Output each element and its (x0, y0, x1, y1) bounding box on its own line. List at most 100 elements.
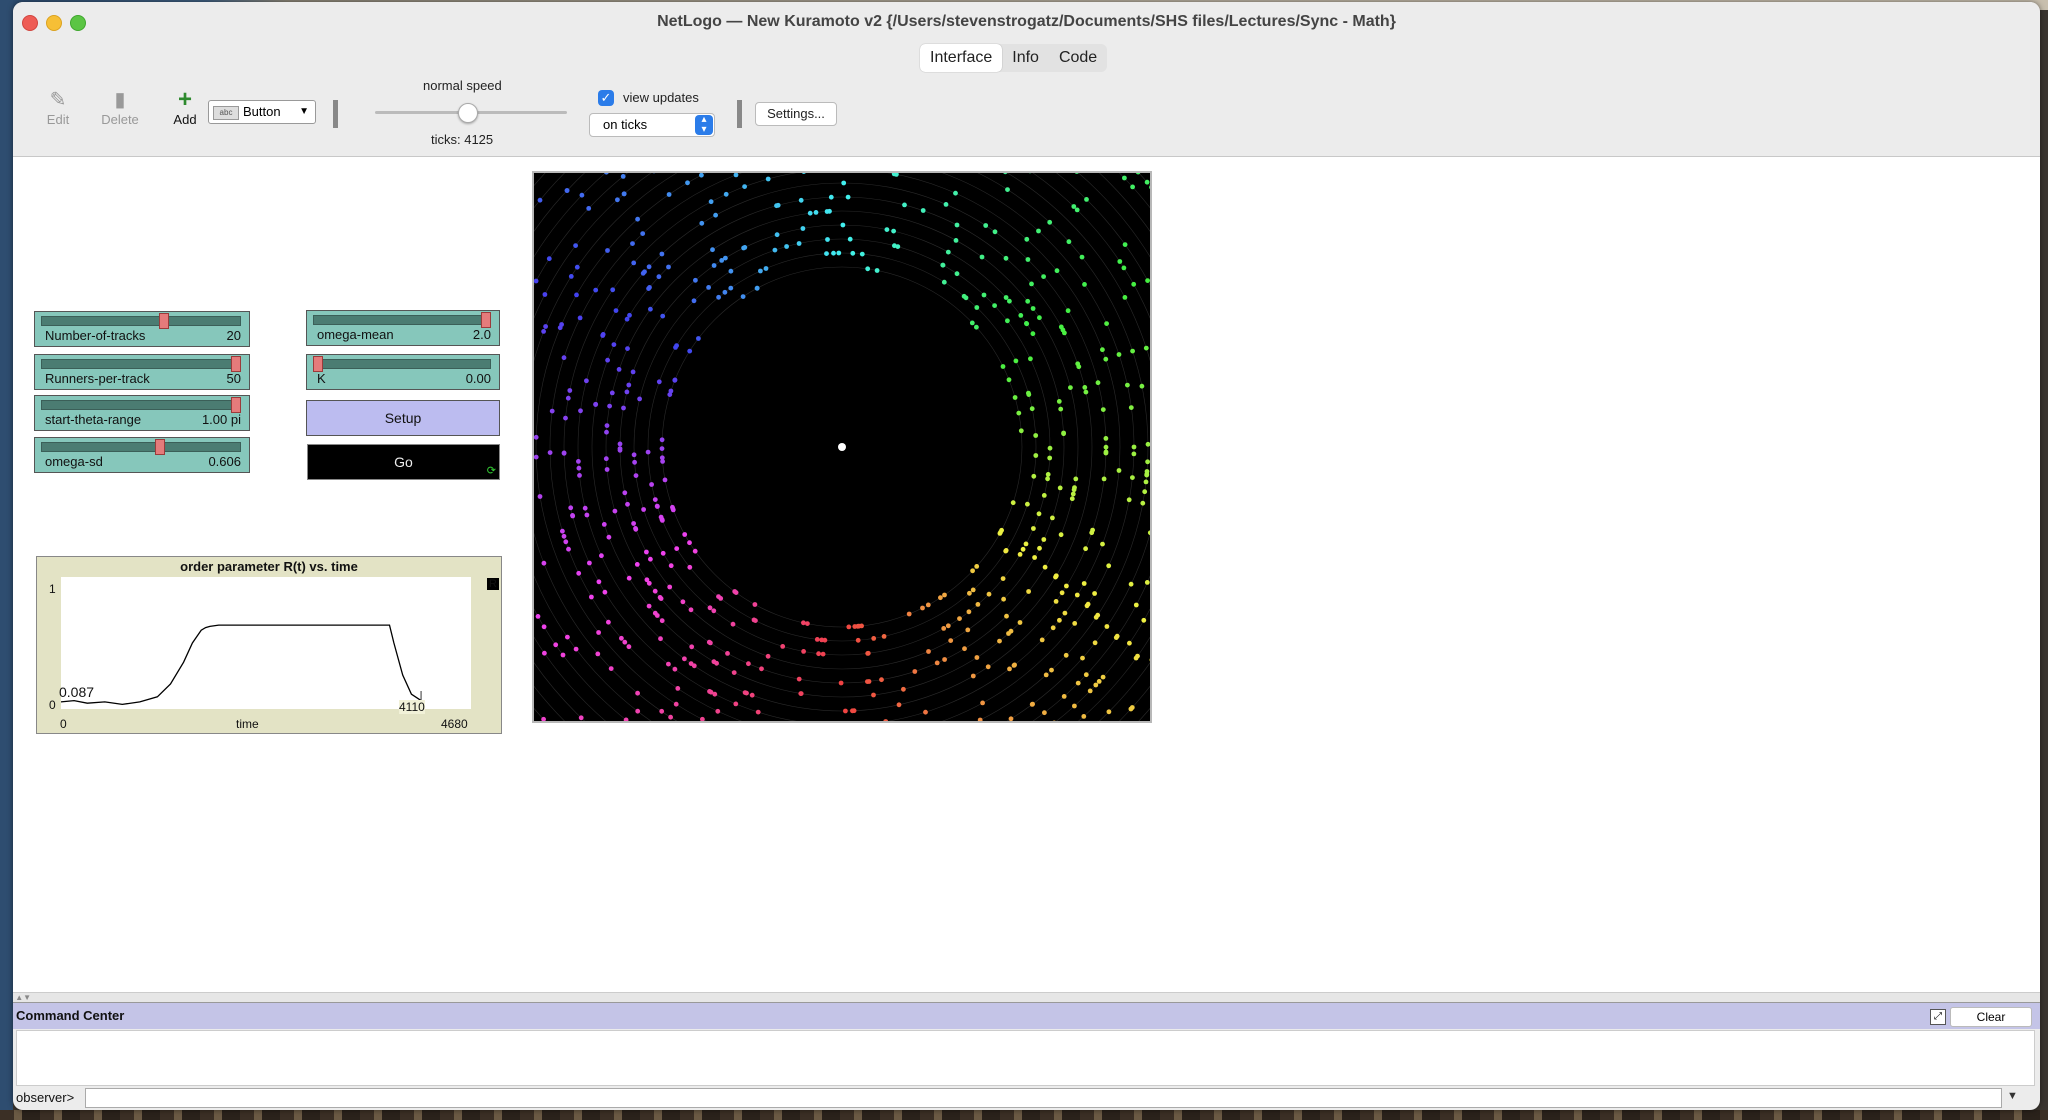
world-view[interactable] (393, 2, 1290, 896)
speed-slider-knob[interactable] (458, 103, 478, 123)
runner-dot (1017, 620, 1023, 625)
runner-dot (574, 292, 579, 298)
runner-dot (881, 634, 887, 639)
slider-value: 0.00 (465, 371, 491, 386)
slider-start-theta-range[interactable]: start-theta-range 1.00 pi (34, 395, 250, 431)
runner-dot (542, 292, 548, 297)
runner-dot (1018, 428, 1024, 434)
runner-dot (635, 216, 640, 222)
go-button[interactable]: Go ⟳ (307, 444, 500, 480)
runner-dot (625, 501, 630, 507)
runner-dot (1023, 541, 1029, 547)
runner-dot (974, 324, 979, 330)
widget-type-select[interactable]: abc Button ▼ (208, 100, 316, 124)
slider-runners-per-track[interactable]: Runners-per-track 50 (34, 354, 250, 390)
expand-icon[interactable]: ⤢ (1930, 1009, 1946, 1025)
runner-dot (1103, 449, 1109, 455)
go-button-label: Go (394, 454, 413, 470)
runner-dot (741, 245, 746, 251)
runner-dot (625, 346, 630, 351)
runner-dot (1025, 298, 1031, 304)
runner-dot (1100, 407, 1106, 412)
runner-dot (604, 169, 609, 175)
speed-label: normal speed (423, 78, 502, 93)
runner-dot (1008, 628, 1014, 634)
runner-dot (533, 278, 539, 284)
runner-dot (992, 303, 997, 308)
runner-dot (1050, 515, 1055, 521)
runner-dot (892, 243, 897, 249)
slider-omega-mean[interactable]: omega-mean 2.0 (306, 310, 500, 346)
runner-dot (716, 594, 721, 599)
order-parameter-plot[interactable]: order parameter R(t) vs. time 1 0 0 time… (36, 556, 502, 734)
tab-code[interactable]: Code (1049, 44, 1107, 72)
runner-dot (1002, 169, 1008, 175)
slider-label: start-theta-range (45, 412, 142, 427)
slider-knob[interactable] (155, 439, 165, 455)
slider-knob[interactable] (481, 312, 491, 328)
runner-dot (1039, 637, 1045, 643)
runner-dot (603, 456, 609, 462)
slider-knob[interactable] (231, 356, 241, 372)
runner-dot (674, 343, 679, 348)
runner-dot (707, 605, 713, 611)
runner-dot (648, 306, 653, 312)
delete-label: Delete (101, 112, 139, 127)
runner-dot (970, 673, 976, 679)
slider-knob[interactable] (158, 313, 169, 329)
runner-dot (1101, 476, 1107, 482)
edit-button[interactable]: ✎ Edit (31, 88, 85, 127)
slider-label: Runners-per-track (45, 371, 150, 386)
forever-arrows-icon: ⟳ (486, 465, 496, 477)
update-mode-select[interactable]: on ticks ▴ ▾ (589, 113, 715, 137)
runner-dot (957, 616, 962, 621)
runner-dot (617, 447, 623, 453)
command-input[interactable] (85, 1088, 2002, 1108)
runner-dot (689, 644, 695, 650)
legend-label: R (489, 578, 497, 590)
runner-dot (673, 701, 679, 707)
settings-button[interactable]: Settings... (755, 102, 837, 126)
slider-knob[interactable] (231, 397, 241, 413)
tab-interface[interactable]: Interface (920, 44, 1003, 72)
chevron-down-icon: ▼ (299, 106, 309, 117)
runner-dot (577, 473, 582, 478)
runner-dot (1095, 612, 1101, 618)
runner-dot (841, 180, 847, 186)
view-updates-label: view updates (623, 90, 699, 105)
runner-dot (626, 644, 632, 650)
runner-dot (688, 661, 694, 666)
runner-dot (537, 197, 543, 203)
runner-dot (541, 329, 546, 334)
runner-dot (974, 655, 980, 660)
runner-dot (974, 305, 980, 310)
runner-dot (784, 244, 789, 249)
runner-dot (1063, 652, 1069, 658)
runner-dot (660, 313, 666, 319)
runner-dot (652, 610, 658, 616)
add-button[interactable]: + Add (158, 88, 212, 128)
slider-number-of-tracks[interactable]: Number-of-tracks 20 (34, 311, 250, 347)
clear-button[interactable]: Clear (1950, 1007, 2032, 1027)
runner-dot (1008, 716, 1014, 722)
runner-dot (1012, 395, 1018, 400)
runner-dot (1006, 377, 1012, 383)
runner-dot (941, 279, 947, 285)
slider-knob[interactable] (313, 356, 323, 372)
tab-info[interactable]: Info (1002, 44, 1049, 72)
view-updates-checkbox[interactable]: ✓ (598, 90, 614, 106)
chevron-down-icon[interactable]: ▼ (2007, 1090, 2018, 1102)
runner-dot (965, 627, 971, 633)
runner-dot (601, 522, 607, 527)
runner-dot (805, 621, 810, 626)
runner-dot (948, 638, 954, 643)
slider-omega-sd[interactable]: omega-sd 0.606 (34, 437, 250, 473)
runner-dot (1026, 392, 1032, 397)
slider-label: Number-of-tracks (45, 328, 146, 343)
slider-k[interactable]: K 0.00 (306, 354, 500, 390)
setup-button[interactable]: Setup (306, 400, 500, 436)
runner-dot (753, 618, 758, 623)
runner-dot (565, 634, 570, 640)
delete-button[interactable]: ▮ Delete (93, 88, 147, 127)
window-title: NetLogo — New Kuramoto v2 {/Users/steven… (657, 13, 1396, 30)
